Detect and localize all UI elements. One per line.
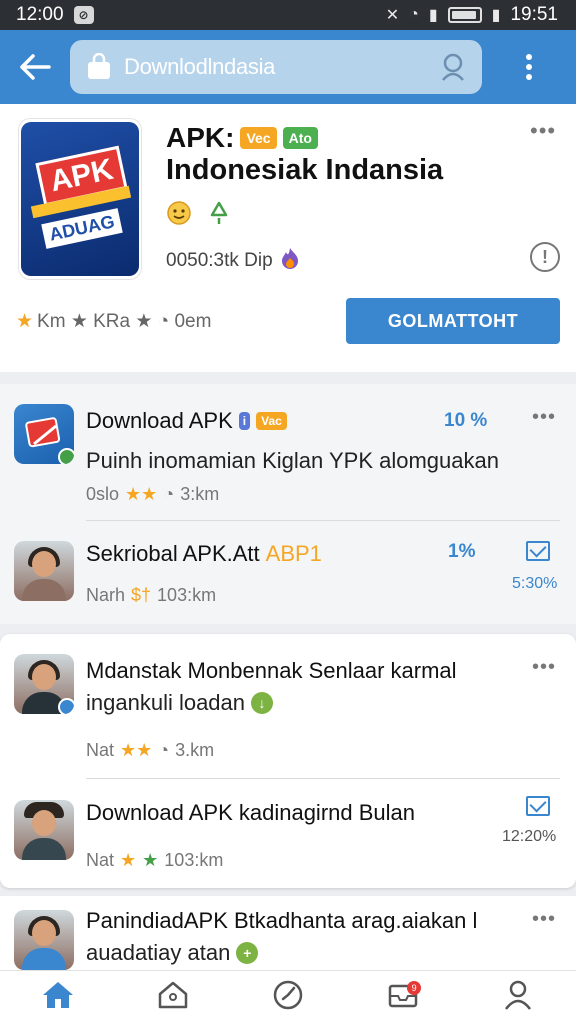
app-name: Indonesiak Indansia	[166, 154, 444, 186]
list-item-title: Mdanstak Monbennak Senlaar karmal	[86, 658, 457, 683]
user-avatar	[14, 910, 74, 970]
list-item-chip: ABP1	[265, 541, 322, 566]
nav-profile[interactable]	[488, 971, 548, 1024]
list-item[interactable]: Sekriobal APK.Att ABP1 Narh $† 103:km 1%…	[0, 521, 576, 624]
clock-icon	[272, 979, 304, 1016]
search-bar[interactable]: Downlodlndasia	[70, 40, 482, 94]
list-item[interactable]: Mdanstak Monbennak Senlaar karmal ingank…	[0, 634, 576, 776]
app-meta-text: 0050:3tk Dip	[166, 250, 273, 271]
info-icon[interactable]: !	[530, 242, 560, 272]
explore-home-icon	[157, 980, 189, 1015]
list-item-percent: 10 %	[444, 410, 488, 431]
app-logo: APK ADUAG	[18, 118, 142, 280]
apk-logo-sub: ADUAG	[41, 208, 123, 249]
list-item[interactable]: Download APK i Vac Puinh inomamian Kigla…	[0, 384, 576, 520]
status-time: 12:00	[16, 4, 64, 25]
rating-text: Km ★ KRa ★ ◔ 0em	[37, 311, 212, 332]
list-item-title: Sekriobal APK.Att ABP1	[86, 541, 322, 566]
nav-history[interactable]	[258, 971, 318, 1024]
more-options-icon[interactable]: •••	[530, 118, 556, 144]
list-card: Mdanstak Monbennak Senlaar karmal ingank…	[0, 634, 576, 888]
shopping-bag-icon	[84, 52, 114, 82]
list-card: Download APK i Vac Puinh inomamian Kigla…	[0, 384, 576, 624]
list-item-chip: Vac	[256, 412, 287, 430]
user-avatar	[14, 654, 74, 714]
clock-icon: ◔	[158, 740, 170, 760]
list-item-subtitle: Puinh inomamian Kiglan YPK alomguakan	[86, 448, 499, 473]
list-item[interactable]: Download APK kadinagirnd Bulan Nat ★ ★ 10…	[0, 780, 576, 888]
app-thumbnail	[14, 404, 74, 464]
tag-badge: Ato	[282, 127, 318, 149]
search-icon[interactable]	[436, 50, 470, 84]
list-item-right-percent: 12:20%	[502, 828, 557, 845]
recycle-icon	[206, 200, 232, 231]
list-card: PanindiadAPK Btkadhanta arag.aiakan l au…	[0, 896, 576, 970]
nav-explore[interactable]	[143, 971, 203, 1024]
fire-icon	[279, 246, 301, 276]
notification-icon: ⊘	[73, 6, 94, 24]
status-time-right: 19:51	[510, 4, 558, 25]
mail-icon[interactable]	[526, 541, 550, 561]
list-item-meta: Nat ★★ ◔ 3.km	[86, 740, 215, 760]
user-avatar	[14, 541, 74, 601]
app-meta: 0050:3tk Dip	[166, 246, 301, 276]
wifi-icon: ◔	[409, 6, 419, 23]
smiley-icon	[166, 200, 192, 231]
more-options-icon[interactable]: •••	[532, 406, 556, 429]
app-header-card: APK ADUAG APK: Vec Ato Indonesiak Indans…	[0, 104, 576, 372]
rating-row: ★ Km ★ KRa ★ ◔ 0em	[16, 310, 211, 333]
list-item-meta: Narh $† 103:km	[86, 585, 217, 605]
star-icon: ★	[16, 311, 34, 332]
user-avatar	[14, 800, 74, 860]
list-item-subtitle: ingankuli loadan ↓	[86, 690, 274, 716]
more-options-icon[interactable]: •••	[532, 656, 556, 679]
signal-bars-icon: ▮	[491, 7, 501, 24]
notification-badge: 9	[407, 980, 422, 995]
download-icon: ↓	[251, 692, 274, 714]
list-item-meta: Nat ★ ★ 103:km	[86, 850, 224, 870]
mail-icon[interactable]	[526, 796, 550, 816]
list-item-subtitle: auadatiay atan +	[86, 940, 259, 966]
profile-icon	[503, 979, 533, 1016]
battery-icon	[447, 7, 482, 23]
clock-icon: ◔	[163, 484, 175, 504]
list-item-title: Download APK i Vac	[86, 408, 287, 434]
home-icon	[41, 980, 75, 1015]
app-icons-row	[166, 200, 232, 231]
overflow-menu-icon[interactable]	[482, 30, 576, 104]
bottom-navigation: 9	[0, 970, 576, 1024]
nav-home[interactable]	[28, 971, 88, 1024]
mute-icon: ✕	[385, 7, 400, 24]
chip-icon: i	[238, 412, 251, 430]
apk-label: APK:	[166, 122, 235, 153]
app-bar: Downlodlndasia	[0, 30, 576, 104]
list-item-title: PanindiadAPK Btkadhanta arag.aiakan l	[86, 908, 478, 933]
list-item-percent: 1%	[448, 541, 476, 562]
list-item-meta: 0slo ★★ ◔ 3:km	[86, 484, 220, 504]
search-input[interactable]: Downlodlndasia	[124, 54, 436, 80]
signal-icon: ▮	[428, 7, 438, 24]
list-item-right-percent: 5:30%	[512, 575, 558, 592]
status-bar: 12:00 ⊘ ✕ ◔ ▮ ▮ 19:51	[0, 0, 576, 30]
nav-inbox[interactable]: 9	[373, 971, 433, 1024]
list-item-title: Download APK kadinagirnd Bulan	[86, 800, 416, 825]
version-badge: Vec	[240, 127, 277, 149]
more-options-icon[interactable]: •••	[532, 908, 556, 931]
install-button[interactable]: GOLMATTOHT	[346, 298, 560, 344]
list-item[interactable]: PanindiadAPK Btkadhanta arag.aiakan l au…	[0, 896, 576, 970]
add-icon: +	[236, 942, 259, 964]
title-row: APK: Vec Ato	[166, 122, 318, 154]
back-arrow-icon[interactable]	[0, 30, 70, 104]
